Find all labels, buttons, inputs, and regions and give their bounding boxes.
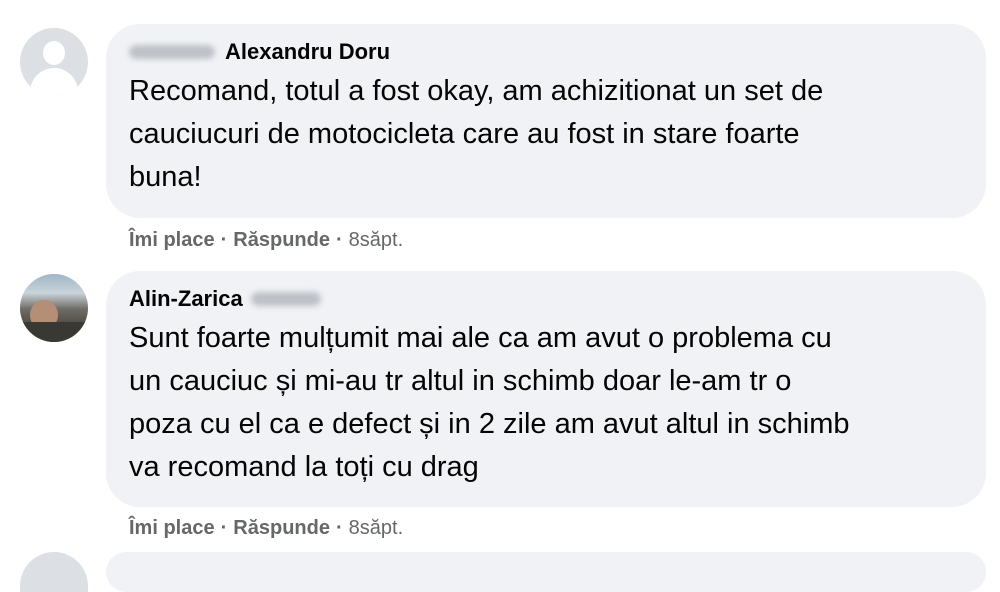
timestamp[interactable]: 8săpt. [349, 229, 403, 252]
redacted-surname [250, 292, 321, 306]
default-avatar-icon [43, 41, 65, 65]
separator: · [335, 229, 343, 251]
separator: · [335, 517, 343, 539]
reply-button[interactable]: Răspunde [233, 517, 330, 540]
timestamp[interactable]: 8săpt. [349, 517, 403, 540]
author-row: Alexandru Doru [129, 38, 962, 66]
like-button[interactable]: Îmi place [129, 229, 215, 252]
comment-actions: Îmi place · Răspunde · 8săpt. [129, 229, 403, 252]
author-row: Alin-Zarica [121, 285, 962, 313]
comment-bubble [106, 552, 986, 592]
comment-actions: Îmi place · Răspunde · 8săpt. [129, 517, 403, 540]
comment-text: Recomand, totul a fost okay, am achiziti… [129, 75, 824, 193]
comment-bubble: Alin-Zarica Sunt foarte mulțumit mai ale… [106, 271, 986, 507]
avatar[interactable] [20, 274, 88, 342]
like-button[interactable]: Îmi place [129, 517, 215, 540]
separator: · [220, 517, 228, 539]
comment-text: Sunt foarte mulțumit mai ale ca am avut … [129, 322, 850, 483]
comment-bubble: Alexandru Doru Recomand, totul a fost ok… [106, 24, 986, 218]
avatar[interactable] [20, 552, 88, 592]
separator: · [220, 229, 228, 251]
reply-button[interactable]: Răspunde [233, 229, 330, 252]
author-name[interactable]: Alin-Zarica [129, 286, 243, 312]
avatar[interactable] [20, 28, 88, 96]
author-name[interactable]: Alexandru Doru [225, 39, 390, 65]
redacted-surname [129, 45, 215, 59]
